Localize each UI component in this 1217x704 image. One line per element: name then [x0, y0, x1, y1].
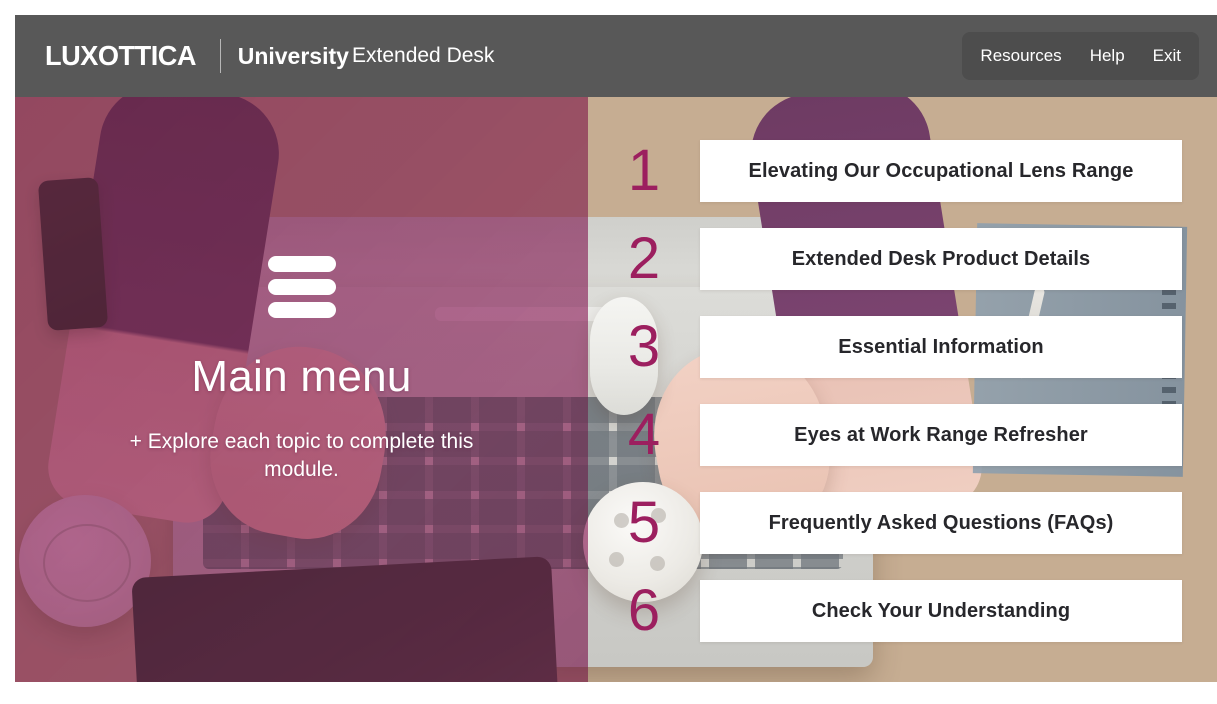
main-menu-list: 1 Elevating Our Occupational Lens Range … [588, 97, 1217, 682]
menu-row-1: 1 Elevating Our Occupational Lens Range [588, 140, 1217, 202]
module-title: Extended Desk [352, 44, 495, 67]
menu-number-5: 5 [627, 490, 661, 555]
header-nav-group: Resources Help Exit [962, 32, 1199, 80]
menu-button-frequently-asked-questions[interactable]: Frequently Asked Questions (FAQs) [700, 492, 1182, 554]
menu-button-label-4: Eyes at Work Range Refresher [794, 423, 1088, 446]
menu-button-check-your-understanding[interactable]: Check Your Understanding [700, 580, 1182, 642]
menu-number-4: 4 [627, 402, 661, 467]
menu-row-2: 2 Extended Desk Product Details [588, 228, 1217, 290]
course-frame: LUXOTTICA University Extended Desk Resou… [15, 15, 1217, 682]
slide-stage: Main menu + Explore each topic to comple… [15, 97, 1217, 682]
menu-button-elevating-our-occupational-lens-range[interactable]: Elevating Our Occupational Lens Range [700, 140, 1182, 202]
course-player-screen: LUXOTTICA University Extended Desk Resou… [0, 0, 1217, 704]
menu-number-3: 3 [627, 314, 661, 379]
menu-row-5: 5 Frequently Asked Questions (FAQs) [588, 492, 1217, 554]
nav-link-exit[interactable]: Exit [1153, 46, 1181, 66]
nav-link-help[interactable]: Help [1090, 46, 1125, 66]
menu-button-label-6: Check Your Understanding [811, 599, 1071, 622]
menu-button-label-1: Elevating Our Occupational Lens Range [748, 159, 1134, 182]
menu-button-essential-information[interactable]: Essential Information [700, 316, 1182, 378]
menu-button-extended-desk-product-details[interactable]: Extended Desk Product Details [700, 228, 1182, 290]
hamburger-menu-icon [267, 255, 336, 318]
menu-button-label-5: Frequently Asked Questions (FAQs) [768, 511, 1114, 534]
page-title: Main menu [191, 351, 412, 401]
luxottica-logo: LUXOTTICA [45, 40, 197, 71]
menu-button-eyes-at-work-range-refresher[interactable]: Eyes at Work Range Refresher [700, 404, 1182, 466]
menu-row-6: 6 Check Your Understanding [588, 580, 1217, 642]
menu-button-label-2: Extended Desk Product Details [791, 247, 1091, 270]
brand-university-label: University [237, 42, 349, 69]
page-subtitle: + Explore each topic to complete this mo… [129, 429, 474, 481]
menu-button-label-3: Essential Information [838, 335, 1044, 358]
left-intro-panel: Main menu + Explore each topic to comple… [15, 97, 588, 682]
menu-row-4: 4 Eyes at Work Range Refresher [588, 404, 1217, 466]
left-panel-content: Main menu + Explore each topic to comple… [15, 97, 588, 682]
menu-number-6: 6 [627, 578, 661, 643]
menu-number-1: 1 [627, 138, 661, 203]
nav-link-resources[interactable]: Resources [980, 46, 1061, 66]
course-header-bar: LUXOTTICA University Extended Desk Resou… [15, 15, 1217, 97]
menu-row-3: 3 Essential Information [588, 316, 1217, 378]
brand-lockup: LUXOTTICA University [45, 15, 349, 97]
menu-number-2: 2 [627, 226, 661, 291]
right-menu-panel: 1 Elevating Our Occupational Lens Range … [588, 97, 1217, 682]
brand-divider-icon [219, 39, 221, 73]
